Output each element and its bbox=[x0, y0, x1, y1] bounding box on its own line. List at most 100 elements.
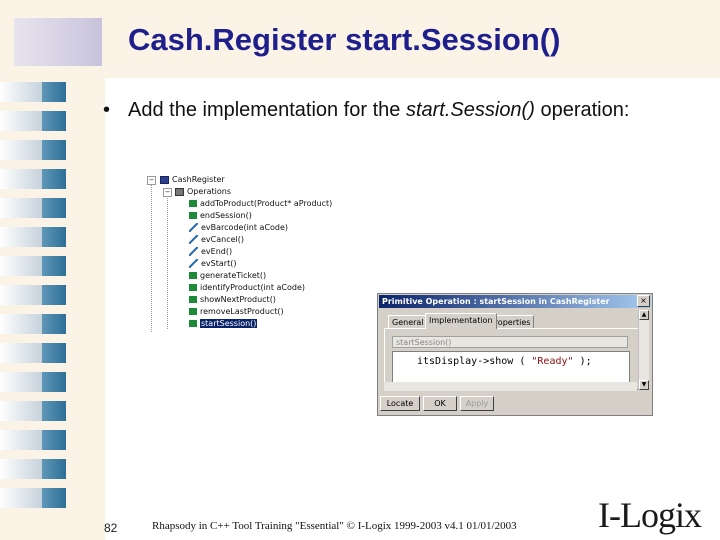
tree-node-label: evCancel() bbox=[201, 235, 244, 244]
features-dialog: Primitive Operation : startSession in Ca… bbox=[377, 293, 653, 416]
collapse-icon[interactable]: − bbox=[147, 176, 156, 185]
tree-node-operation[interactable]: evEnd() bbox=[189, 246, 232, 258]
bullet-tail: operation: bbox=[534, 99, 630, 121]
operation-icon bbox=[189, 200, 197, 207]
operation-icon bbox=[189, 320, 197, 327]
stripe-dark bbox=[42, 314, 66, 334]
code-text: ); bbox=[573, 356, 592, 367]
dialog-title: Primitive Operation : startSession in Ca… bbox=[382, 297, 610, 306]
stripe-decoration bbox=[0, 169, 70, 189]
stripe-decoration bbox=[0, 198, 70, 218]
tree-node-operation[interactable]: evCancel() bbox=[189, 234, 244, 246]
folder-icon bbox=[175, 187, 184, 196]
stripe-light bbox=[0, 430, 42, 450]
stripe-light bbox=[0, 343, 42, 363]
tree-node-operation[interactable]: identifyProduct(int aCode) bbox=[189, 282, 305, 294]
stripe-light bbox=[0, 314, 42, 334]
operation-icon bbox=[189, 296, 197, 303]
tree-node-label: Operations bbox=[187, 187, 231, 196]
bullet-text: Add the implementation for the start.Ses… bbox=[103, 96, 683, 124]
corner-decoration bbox=[0, 0, 120, 78]
ok-button[interactable]: OK bbox=[423, 396, 457, 411]
operation-icon bbox=[189, 212, 197, 219]
tree-node-operation[interactable]: startSession() bbox=[189, 318, 258, 330]
stripe-light bbox=[0, 140, 42, 160]
dialog-title-bar: Primitive Operation : startSession in Ca… bbox=[379, 295, 651, 308]
stripe-dark bbox=[42, 111, 66, 131]
tree-guide-line bbox=[151, 182, 152, 332]
stripe-light bbox=[0, 372, 42, 392]
stripe-dark bbox=[42, 459, 66, 479]
stripe-dark bbox=[42, 82, 66, 102]
stripe-light bbox=[0, 227, 42, 247]
tree-node-operation[interactable]: addToProduct(Product* aProduct) bbox=[189, 198, 332, 210]
stripe-dark bbox=[42, 401, 66, 421]
tree-node-operation[interactable]: showNextProduct() bbox=[189, 294, 276, 306]
code-text: itsDisplay->show ( bbox=[417, 356, 532, 367]
ilogix-logo: I-Logix bbox=[598, 495, 702, 535]
bullet-operation: start.Session() bbox=[405, 99, 535, 121]
stripe-dark bbox=[42, 488, 66, 508]
stripe-light bbox=[0, 198, 42, 218]
stripe-dark bbox=[42, 372, 66, 392]
tree-node-label: addToProduct(Product* aProduct) bbox=[200, 199, 333, 208]
stripe-dark bbox=[42, 343, 66, 363]
stripe-light bbox=[0, 256, 42, 276]
tab-general[interactable]: General bbox=[388, 315, 428, 329]
stripe-decoration bbox=[0, 459, 70, 479]
tree-node-operation[interactable]: generateTicket() bbox=[189, 270, 266, 282]
tab-implementation[interactable]: Implementation bbox=[425, 313, 497, 329]
locate-button[interactable]: Locate bbox=[380, 396, 420, 411]
stripe-dark bbox=[42, 169, 66, 189]
stripe-decoration bbox=[0, 488, 70, 508]
tree-node-class[interactable]: CashRegister bbox=[160, 174, 225, 186]
tree-node-label: evEnd() bbox=[201, 247, 233, 256]
tree-node-label: removeLastProduct() bbox=[200, 307, 284, 316]
close-icon[interactable]: × bbox=[637, 295, 650, 307]
event-reception-icon bbox=[189, 223, 198, 232]
tree-node-label: identifyProduct(int aCode) bbox=[200, 283, 306, 292]
tree-node-operation[interactable]: removeLastProduct() bbox=[189, 306, 284, 318]
tree-node-label: CashRegister bbox=[172, 175, 225, 184]
stripe-decoration bbox=[0, 82, 70, 102]
stripe-decoration bbox=[0, 256, 70, 276]
tree-node-label: endSession() bbox=[200, 211, 252, 220]
stripe-light bbox=[0, 285, 42, 305]
stripe-decoration bbox=[0, 372, 70, 392]
stripe-dark bbox=[42, 285, 66, 305]
tree-guide-line bbox=[167, 194, 168, 329]
tree-node-folder[interactable]: Operations bbox=[175, 186, 231, 198]
tree-node-operation[interactable]: evStart() bbox=[189, 258, 236, 270]
apply-button[interactable]: Apply bbox=[460, 396, 494, 411]
stripe-decoration bbox=[0, 314, 70, 334]
tree-node-operation[interactable]: evBarcode(int aCode) bbox=[189, 222, 288, 234]
stripe-decoration bbox=[0, 227, 70, 247]
vertical-scrollbar[interactable]: ▲ ▼ bbox=[638, 310, 649, 390]
implementation-editor[interactable]: itsDisplay->show ( "Ready" ); bbox=[392, 351, 630, 383]
bullet-icon: • bbox=[103, 99, 111, 121]
event-reception-icon bbox=[189, 259, 198, 268]
tree-node-label: evStart() bbox=[201, 259, 237, 268]
stripe-light bbox=[0, 82, 42, 102]
stripe-light bbox=[0, 169, 42, 189]
horizontal-scrollbar[interactable] bbox=[384, 382, 637, 391]
footer-text: Rhapsody in C++ Tool Training "Essential… bbox=[152, 520, 517, 532]
tree-node-operation[interactable]: endSession() bbox=[189, 210, 252, 222]
stripe-dark bbox=[42, 198, 66, 218]
stripe-decoration bbox=[0, 285, 70, 305]
scroll-down-icon[interactable]: ▼ bbox=[639, 380, 649, 390]
stripe-dark bbox=[42, 227, 66, 247]
stripe-light bbox=[0, 401, 42, 421]
page-number: 82 bbox=[104, 521, 118, 535]
scroll-up-icon[interactable]: ▲ bbox=[639, 310, 649, 320]
class-icon bbox=[160, 175, 169, 184]
operation-icon bbox=[189, 272, 197, 279]
stripe-decoration bbox=[0, 401, 70, 421]
event-reception-icon bbox=[189, 235, 198, 244]
event-reception-icon bbox=[189, 247, 198, 256]
collapse-icon[interactable]: − bbox=[163, 188, 172, 197]
operation-signature: startSession() bbox=[392, 336, 628, 348]
operation-icon bbox=[189, 284, 197, 291]
stripe-dark bbox=[42, 140, 66, 160]
stripe-light bbox=[0, 111, 42, 131]
